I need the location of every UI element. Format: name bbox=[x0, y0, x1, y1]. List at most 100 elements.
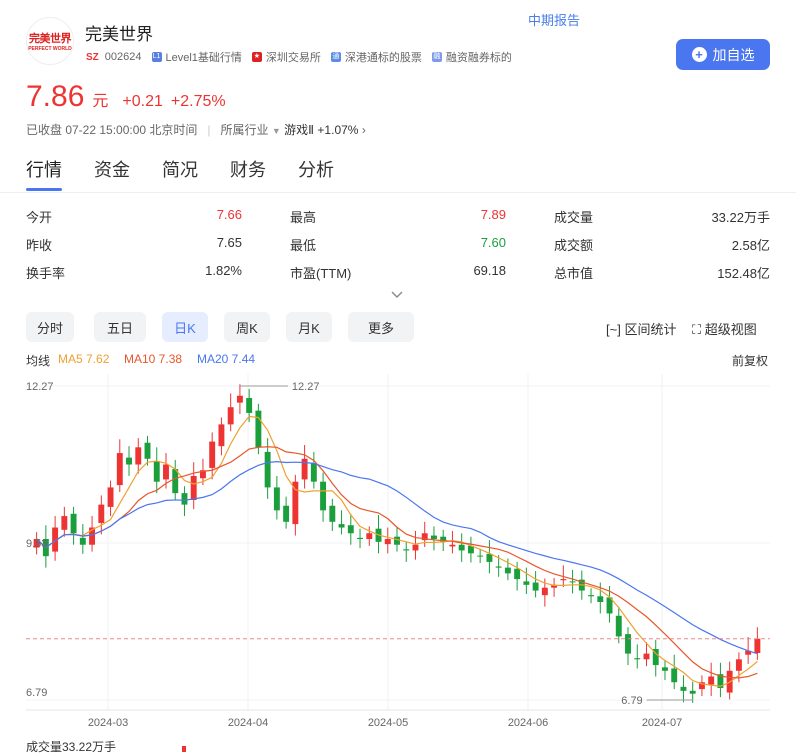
tabs-divider bbox=[0, 192, 796, 193]
stat-value: 7.65 bbox=[216, 235, 242, 250]
ma10-line bbox=[36, 446, 758, 679]
candle-body bbox=[495, 566, 502, 568]
candle-body bbox=[163, 464, 169, 480]
candle-body bbox=[634, 658, 641, 660]
volume-label: 成交量33.22万手 bbox=[26, 740, 117, 754]
candle-body bbox=[153, 461, 160, 482]
x-tick-label: 2024-06 bbox=[508, 717, 548, 729]
candle-body bbox=[754, 638, 761, 654]
stat-label: 换手率 bbox=[26, 266, 66, 281]
candle-body bbox=[486, 553, 493, 562]
level1-icon: L1 bbox=[151, 52, 162, 62]
period-0[interactable]: 分时 bbox=[26, 312, 74, 342]
x-tick-label: 2024-04 bbox=[228, 717, 268, 729]
candle-body bbox=[403, 549, 410, 551]
y-tick-label: 9.53 bbox=[26, 538, 47, 550]
candle-body bbox=[283, 505, 290, 522]
price-row: 7.86 元 +0.21 +2.75% bbox=[26, 80, 226, 114]
stat-value: 7.60 bbox=[480, 235, 506, 250]
stat-label: 今开 bbox=[26, 210, 53, 225]
volume-bar bbox=[182, 746, 186, 752]
x-tick-label: 2024-07 bbox=[642, 717, 682, 729]
connect-icon: 通 bbox=[330, 52, 341, 62]
stat-value: 2.58亿 bbox=[731, 238, 770, 253]
tag-level1: Level1基础行情 bbox=[165, 52, 242, 64]
candle-body bbox=[643, 653, 650, 660]
candle-body bbox=[625, 634, 631, 654]
margin-icon: 融 bbox=[431, 52, 442, 62]
tab-profile[interactable]: 简况 bbox=[162, 156, 198, 182]
price-change-pct: +2.75% bbox=[170, 93, 226, 110]
period-3[interactable]: 周K bbox=[224, 312, 270, 342]
stat-value: 7.66 bbox=[216, 207, 242, 222]
candle-body bbox=[504, 567, 511, 574]
main-tabs: 行情 资金 简况 财务 分析 bbox=[26, 156, 334, 191]
expand-chevron-icon[interactable] bbox=[390, 289, 404, 303]
market-status: 已收盘 07-22 15:00:00 北京时间 | 所属行业 ▼ 游戏Ⅱ +1.… bbox=[26, 121, 366, 138]
add-watchlist-button[interactable]: + 加自选 bbox=[676, 39, 770, 70]
candle-body bbox=[338, 524, 345, 528]
min-label: 6.79 bbox=[621, 695, 642, 707]
ma5-label: MA5 7.62 bbox=[58, 352, 110, 366]
stock-code: 002624 bbox=[104, 51, 142, 63]
candle-body bbox=[292, 481, 299, 525]
candle-body bbox=[366, 533, 373, 539]
period-1[interactable]: 五日 bbox=[94, 312, 146, 342]
tab-analysis[interactable]: 分析 bbox=[298, 156, 334, 182]
candle-body bbox=[79, 537, 86, 545]
tab-funds[interactable]: 资金 bbox=[94, 156, 130, 182]
kline-chart[interactable]: 12.27 9.53 6.79 2024-03 2024-04 2024-05 2024-0… bbox=[0, 374, 796, 752]
tag-connect: 深港通标的股票 bbox=[344, 52, 422, 64]
candle-body bbox=[357, 537, 363, 539]
period-2[interactable]: 日K bbox=[162, 312, 208, 342]
industry-link[interactable]: 所属行业 ▼ 游戏Ⅱ +1.07% › bbox=[221, 121, 366, 138]
stat-value: 152.48亿 bbox=[717, 266, 770, 281]
stat-value: 7.89 bbox=[480, 207, 506, 222]
y-tick-label: 6.79 bbox=[26, 687, 47, 699]
candle-body bbox=[560, 579, 567, 581]
tab-quote[interactable]: 行情 bbox=[26, 156, 62, 191]
candle-body bbox=[671, 668, 678, 683]
current-price: 7.86 bbox=[26, 80, 85, 113]
candle-body bbox=[662, 667, 668, 671]
candle-body bbox=[541, 587, 548, 596]
stock-tags: SZ 002624 L1 Level1基础行情 ★ 深圳交易所 通 深港通标的股… bbox=[86, 49, 512, 65]
candle-body bbox=[588, 595, 595, 597]
candle-body bbox=[227, 407, 234, 425]
period-5[interactable]: 更多 bbox=[348, 312, 414, 342]
candle-body bbox=[107, 487, 114, 507]
x-tick-label: 2024-05 bbox=[368, 717, 408, 729]
range-icon: [~] bbox=[606, 322, 621, 337]
stat-value: 69.18 bbox=[473, 263, 506, 278]
tab-finance[interactable]: 财务 bbox=[230, 156, 266, 182]
candle-body bbox=[116, 453, 123, 486]
company-logo: 完美世界 PERFECT WORLD bbox=[26, 17, 74, 65]
candle-body bbox=[412, 544, 419, 551]
candle-body bbox=[329, 505, 336, 522]
market-badge: SZ bbox=[86, 51, 99, 63]
ma20-label: MA20 7.44 bbox=[197, 352, 256, 366]
candle-body bbox=[320, 481, 327, 511]
period-4[interactable]: 月K bbox=[286, 312, 332, 342]
stat-label: 昨收 bbox=[26, 238, 53, 253]
candle-body bbox=[70, 513, 77, 534]
candle-body bbox=[126, 457, 132, 465]
candle-body bbox=[735, 659, 742, 671]
super-view-tool[interactable]: ⛶ 超级视图 bbox=[692, 319, 757, 338]
fullscreen-icon: ⛶ bbox=[692, 322, 702, 337]
candle-body bbox=[680, 686, 687, 691]
candle-body bbox=[236, 395, 243, 403]
candle-body bbox=[347, 525, 354, 534]
stat-label: 成交量 bbox=[554, 210, 594, 225]
candle-body bbox=[135, 447, 142, 465]
adjust-mode[interactable]: 前复权 bbox=[732, 352, 768, 369]
candle-body bbox=[209, 441, 216, 468]
tag-exchange: 深圳交易所 bbox=[265, 52, 321, 64]
plus-icon: + bbox=[691, 47, 707, 62]
interim-report-link[interactable]: 中期报告 bbox=[528, 10, 580, 29]
stat-label: 最高 bbox=[290, 210, 317, 225]
candle-body bbox=[514, 568, 521, 580]
candle-body bbox=[273, 487, 280, 511]
range-stats-tool[interactable]: [~] 区间统计 bbox=[606, 319, 676, 338]
candle-body bbox=[708, 676, 715, 685]
